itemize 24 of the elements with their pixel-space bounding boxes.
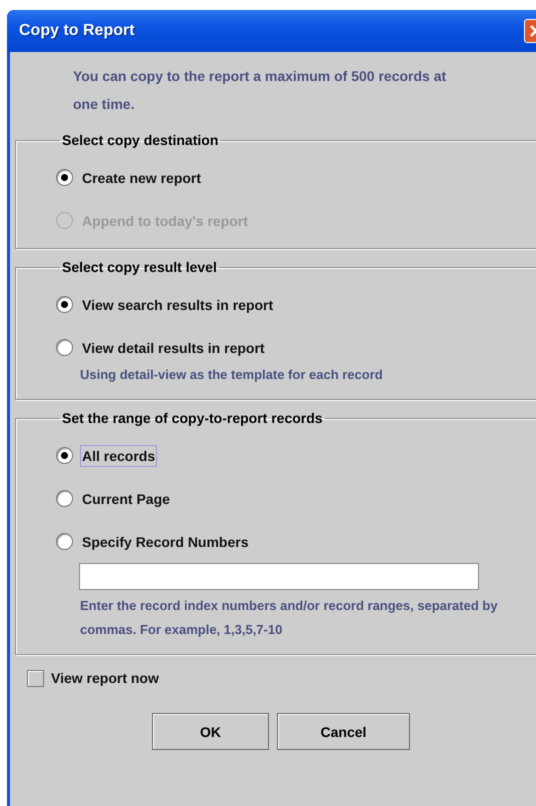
hint-text: Enter the record index numbers and/or record ranges, separated by commas. For example, 1,3,5,7-10: [80, 597, 499, 639]
radio-label[interactable]: Specify Record Numbers: [80, 530, 250, 552]
record-numbers-field[interactable]: [79, 563, 479, 590]
group-title: Select copy destination: [61, 132, 220, 148]
intro-text: You can copy to the report a maximum of 500 records at one time.: [73, 67, 448, 114]
radio-label[interactable]: View detail results in report: [80, 336, 267, 358]
radio-button[interactable]: [56, 169, 73, 186]
dialog-button[interactable]: Cancel: [277, 713, 410, 750]
window-title: Copy to Report: [19, 22, 136, 40]
radio-button[interactable]: [56, 447, 73, 464]
radio-button[interactable]: [56, 339, 73, 356]
radio-button[interactable]: [56, 533, 73, 550]
checkbox-label[interactable]: View report now: [49, 667, 161, 689]
radio-label[interactable]: Create new report: [80, 166, 204, 188]
dialog-button[interactable]: OK: [152, 713, 269, 750]
group-title: Select copy result level: [61, 259, 218, 275]
group-title: Set the range of copy-to-report records: [61, 410, 324, 426]
checkbox[interactable]: [27, 670, 44, 686]
radio-label[interactable]: All records: [80, 444, 158, 466]
radio-label[interactable]: Current Page: [80, 488, 172, 510]
radio-button[interactable]: [56, 490, 73, 507]
radio-button[interactable]: [56, 296, 73, 313]
hint-text: Using detail-view as the template for each record: [80, 366, 384, 384]
radio-label[interactable]: View search results in report: [80, 294, 276, 316]
